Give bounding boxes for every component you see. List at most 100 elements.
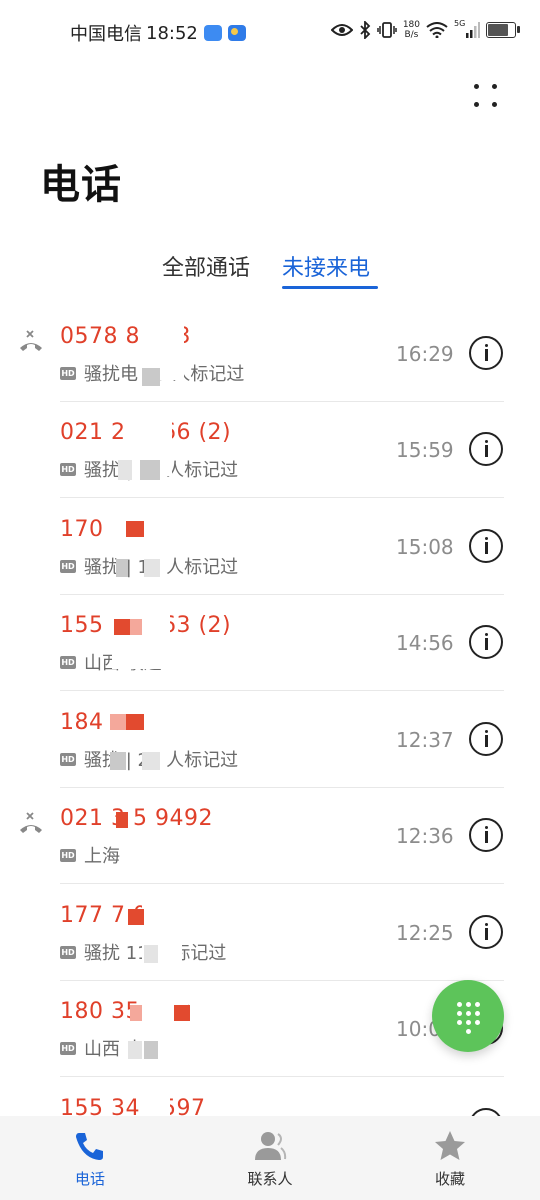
- signal-bars-icon: [466, 22, 480, 38]
- call-info-button[interactable]: [469, 432, 503, 466]
- privacy-mosaic: [118, 460, 132, 480]
- privacy-mosaic: [144, 559, 160, 577]
- call-row[interactable]: 177 7 080 HD 骚扰 11 人标记过 12:25: [0, 885, 540, 981]
- bluetooth-icon: [360, 21, 371, 39]
- call-time: 15:08: [396, 535, 454, 559]
- battery-level: [488, 24, 508, 36]
- nav-contacts[interactable]: 联系人: [200, 1116, 340, 1200]
- privacy-mosaic: [128, 848, 158, 868]
- dialpad-dot: [457, 1011, 462, 1016]
- call-time: 12:25: [396, 921, 454, 945]
- tab-selected-indicator: [282, 286, 378, 289]
- privacy-mosaic: [174, 1005, 190, 1021]
- row-divider: [60, 1076, 504, 1077]
- wifi-icon: [426, 22, 448, 38]
- call-time: 12:36: [396, 824, 454, 848]
- hd-badge: HD: [60, 462, 76, 476]
- dialpad-dot: [466, 1011, 471, 1016]
- hd-badge: HD: [60, 1041, 76, 1055]
- privacy-mosaic: [144, 1041, 158, 1059]
- hd-badge: HD: [60, 366, 76, 380]
- net-speed: 180 B/s: [403, 20, 420, 40]
- call-row[interactable]: 155 3 1063 (2) HD 山西 联通 14:56: [0, 595, 540, 691]
- more-dot: [474, 102, 479, 107]
- status-time: 18:52: [146, 22, 198, 44]
- tab-all-calls[interactable]: 全部通话: [162, 250, 250, 282]
- privacy-mosaic: [128, 1041, 142, 1059]
- call-time: 14:56: [396, 631, 454, 655]
- privacy-mosaic: [142, 752, 160, 770]
- net-speed-value: 180: [402, 20, 420, 30]
- page-title: 电话: [40, 162, 122, 208]
- battery-indicator: 71: [486, 22, 520, 38]
- call-info-button[interactable]: [469, 625, 503, 659]
- privacy-mosaic: [130, 619, 142, 635]
- nav-phone[interactable]: 电话: [20, 1116, 160, 1200]
- call-info-button[interactable]: [469, 915, 503, 949]
- dialpad-button[interactable]: [432, 980, 504, 1052]
- call-time: 16:29: [396, 342, 454, 366]
- call-time: 12:37: [396, 728, 454, 752]
- privacy-mosaic: [110, 714, 126, 730]
- call-row[interactable]: 184 8060 HD 骚扰 | 24 人标记过 12:37: [0, 692, 540, 788]
- privacy-mosaic: [128, 909, 144, 925]
- call-time: 15:59: [396, 438, 454, 462]
- nav-favorites[interactable]: 收藏: [380, 1116, 520, 1200]
- eye-icon: [330, 24, 353, 36]
- hd-badge: HD: [60, 559, 76, 573]
- weather-app-icon: [227, 25, 246, 41]
- missed-call-icon: [20, 330, 42, 351]
- caller-number: 021 3 5 9492: [60, 806, 213, 831]
- privacy-mosaic: [144, 945, 158, 963]
- bottom-nav: 电话 联系人 收藏: [0, 1116, 540, 1200]
- status-right: 180 B/s 5G 71: [330, 19, 520, 40]
- hd-badge: HD: [60, 752, 76, 766]
- call-info-button[interactable]: [469, 336, 503, 370]
- privacy-mosaic: [142, 368, 160, 386]
- call-row[interactable]: 0578 8 073 HD 骚扰电 13 人标记过 16:29: [0, 306, 540, 402]
- nav-label: 联系人: [247, 1170, 293, 1188]
- dialpad-dot: [466, 1029, 471, 1034]
- call-info-button[interactable]: [469, 529, 503, 563]
- cell-signal: 5G: [454, 19, 480, 39]
- call-row[interactable]: 021 2 2666 (2) HD 骚扰 | 11 人标记过 15:59: [0, 402, 540, 498]
- dialpad-dot: [466, 1002, 471, 1007]
- dialpad-dot: [457, 1002, 462, 1007]
- dialpad-dot: [475, 1002, 480, 1007]
- privacy-mosaic: [126, 521, 144, 537]
- privacy-mosaic: [130, 1005, 142, 1021]
- call-row[interactable]: 021 3 5 9492 HD 上海 12:36: [0, 788, 540, 884]
- call-row[interactable]: 170 3504 HD 骚扰 | 12 人标记过 15:08: [0, 499, 540, 595]
- dialpad-dot: [466, 1020, 471, 1025]
- privacy-mosaic: [116, 812, 128, 828]
- privacy-mosaic: [110, 752, 126, 770]
- dialpad-dot: [475, 1011, 480, 1016]
- call-detail-text: 上海: [84, 846, 120, 867]
- more-dot: [492, 84, 497, 89]
- row-divider: [60, 883, 504, 884]
- row-divider: [60, 497, 504, 498]
- nav-label: 电话: [74, 1170, 105, 1188]
- carrier-label: 中国电信: [70, 24, 142, 45]
- status-bar: 中国电信 18:52 180 B/s 5G: [0, 0, 540, 66]
- privacy-mosaic: [140, 460, 160, 480]
- hd-badge: HD: [60, 848, 76, 862]
- hd-badge: HD: [60, 945, 76, 959]
- call-detail-text: 骚扰 | 12 人标记过: [84, 557, 239, 578]
- more-options-button[interactable]: [466, 80, 506, 114]
- vibrate-icon: [377, 22, 397, 38]
- row-divider: [60, 690, 504, 691]
- dialpad-dot: [475, 1020, 480, 1025]
- contacts-icon: [255, 1132, 287, 1160]
- privacy-mosaic: [114, 619, 130, 635]
- call-info-button[interactable]: [469, 722, 503, 756]
- missed-call-icon: [20, 812, 42, 833]
- phone-icon: [76, 1133, 103, 1160]
- call-detail-text: 骚扰 | 24 人标记过: [84, 750, 239, 771]
- cloud-app-icon: [203, 25, 222, 41]
- call-info-button[interactable]: [469, 818, 503, 852]
- tab-missed-calls[interactable]: 未接来电: [282, 250, 370, 282]
- dialpad-dot: [457, 1020, 462, 1025]
- more-dot: [492, 102, 497, 107]
- privacy-mosaic: [126, 714, 144, 730]
